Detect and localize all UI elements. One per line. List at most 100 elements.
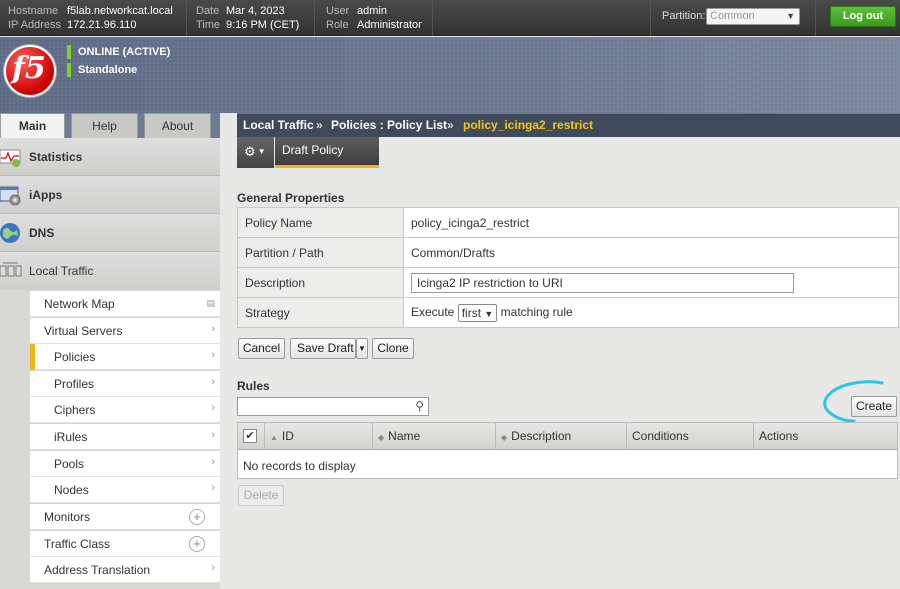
sidebar-item-label: Pools: [54, 457, 85, 471]
chevron-down-icon: ▼: [786, 11, 795, 21]
main-content: Local Traffic » Policies : Policy List »…: [220, 113, 900, 589]
sidebar-item-address-translation[interactable]: Address Translation ›: [30, 557, 220, 583]
partition-select[interactable]: Common ▼: [706, 8, 800, 25]
breadcrumb-local-traffic[interactable]: Local Traffic: [243, 118, 314, 132]
tab-help[interactable]: Help: [71, 113, 138, 138]
sidebar-item-label: iRules: [54, 430, 88, 444]
select-all-checkbox[interactable]: ✔: [243, 429, 257, 443]
sidebar-item-label: Nodes: [54, 483, 89, 497]
gear-icon: ⚙: [244, 144, 256, 159]
hostname-value: f5lab.networkcat.local: [67, 5, 173, 17]
add-icon[interactable]: +: [189, 536, 205, 552]
sidebar-item-nodes[interactable]: Nodes ›: [30, 477, 220, 503]
gear-menu-button[interactable]: ⚙ ▼: [237, 137, 274, 168]
rules-search-input[interactable]: ⚲: [237, 397, 429, 416]
sidebar-item-irules[interactable]: iRules ›: [30, 424, 220, 450]
time-value: 9:16 PM (CET): [226, 19, 300, 31]
section-title-general: General Properties: [237, 191, 345, 205]
table-header: ✔ ▲ ID ◆ Name ◆ Description Conditions Acti…: [238, 423, 897, 450]
partition-label: Partition:: [662, 10, 706, 22]
host-info: Hostname f5lab.networkcat.local IP Addres…: [8, 4, 173, 32]
logo-text: f5: [12, 51, 46, 86]
device-mode: Standalone: [78, 64, 138, 76]
user-label: User: [326, 5, 350, 17]
column-label: Conditions: [632, 429, 689, 443]
date-time-info: Date Mar 4, 2023 Time 9:16 PM (CET): [196, 4, 299, 32]
user-value: admin: [357, 5, 387, 17]
column-conditions: Conditions: [626, 423, 753, 450]
strategy-suffix: matching rule: [500, 304, 573, 319]
sidebar-item-pools[interactable]: Pools ›: [30, 451, 220, 477]
search-icon[interactable]: ⚲: [415, 399, 424, 413]
column-label: ID: [281, 429, 294, 443]
breadcrumb-policy-list[interactable]: Policies : Policy List: [331, 118, 447, 132]
save-draft-button[interactable]: Save Draft: [290, 338, 356, 359]
column-name[interactable]: ◆ Name: [372, 423, 495, 450]
delete-button[interactable]: Delete: [238, 485, 284, 506]
sidebar-item-label: Address Translation: [44, 563, 151, 577]
chevron-right-icon: ›: [211, 376, 215, 388]
breadcrumb-current: policy_icinga2_restrict: [463, 118, 594, 132]
top-status-bar: Hostname f5lab.networkcat.local IP Addres…: [0, 0, 900, 36]
sidebar-item-policies[interactable]: Policies ›: [30, 344, 220, 370]
chevron-right-icon: ›: [211, 349, 215, 361]
policy-name-label: Policy Name: [237, 207, 404, 238]
section-title-rules: Rules: [237, 379, 270, 393]
sidebar-section-label: DNS: [29, 226, 55, 240]
column-id[interactable]: ▲ ID: [264, 423, 372, 450]
status-indicator: [67, 63, 71, 77]
table-row: Strategy Execute first ▼ matching rule: [237, 297, 899, 328]
partition-path-value: Common/Drafts: [403, 237, 899, 268]
sidebar-section-label: iApps: [29, 188, 63, 202]
sidebar-item-monitors[interactable]: Monitors +: [30, 504, 220, 530]
hostname-label: Hostname: [8, 5, 59, 17]
sidebar-item-profiles[interactable]: Profiles ›: [30, 371, 220, 397]
user-info: User admin Role Administrator: [326, 4, 422, 32]
chevron-right-icon: ›: [211, 402, 215, 414]
sidebar-section-label: Local Traffic: [29, 264, 94, 278]
description-input[interactable]: Icinga2 IP restriction to URI: [411, 272, 794, 293]
time-label: Time: [196, 19, 221, 31]
f5-logo[interactable]: f5: [4, 45, 56, 97]
sidebar-item-virtual-servers[interactable]: Virtual Servers ›: [30, 318, 220, 344]
table-row: Policy Name policy_icinga2_restrict: [237, 207, 899, 238]
sidebar-item-traffic-class[interactable]: Traffic Class +: [30, 531, 220, 557]
save-draft-dropdown[interactable]: ▼: [356, 338, 368, 359]
local-traffic-submenu: Network Map ▤ Virtual Servers › Policies…: [0, 291, 220, 589]
caret-down-icon: ▼: [358, 344, 366, 353]
tab-about[interactable]: About: [144, 113, 211, 138]
clone-button[interactable]: Clone: [372, 338, 414, 359]
rules-table: ✔ ▲ ID ◆ Name ◆ Description Conditions Acti…: [237, 422, 898, 479]
cancel-button[interactable]: Cancel: [238, 338, 285, 359]
logout-button[interactable]: Log out: [830, 6, 896, 27]
chevron-right-icon: ›: [211, 323, 215, 335]
description-cell: Icinga2 IP restriction to URI: [403, 267, 899, 298]
date-label: Date: [196, 5, 220, 17]
strategy-cell: Execute first ▼ matching rule: [403, 297, 899, 328]
create-button[interactable]: Create: [851, 396, 897, 417]
column-label: Actions: [759, 429, 799, 443]
sidebar-item-network-map[interactable]: Network Map ▤: [30, 291, 220, 317]
chevron-right-icon: ›: [211, 456, 215, 468]
date-value: Mar 4, 2023: [226, 5, 285, 17]
add-icon[interactable]: +: [189, 509, 205, 525]
tab-draft-policy[interactable]: Draft Policy: [275, 137, 379, 168]
role-label: Role: [326, 19, 349, 31]
status-indicator: [67, 45, 71, 59]
sidebar-section-statistics[interactable]: Statistics: [0, 138, 220, 176]
strategy-prefix: Execute: [411, 304, 455, 319]
column-description[interactable]: ◆ Description: [495, 423, 626, 450]
nav-tabs: Main Help About: [0, 113, 220, 139]
strategy-select[interactable]: first ▼: [457, 303, 498, 322]
tab-main[interactable]: Main: [0, 113, 65, 139]
sidebar-item-ciphers[interactable]: Ciphers ›: [30, 397, 220, 423]
sidebar-section-local-traffic[interactable]: Local Traffic: [0, 252, 220, 290]
sidebar-item-label: Virtual Servers: [44, 324, 123, 338]
sidebar-section-iapps[interactable]: iApps: [0, 176, 220, 214]
strategy-label: Strategy: [237, 297, 404, 328]
statistics-chart-icon: [0, 149, 21, 167]
sidebar-section-dns[interactable]: DNS: [0, 214, 220, 252]
sidebar-item-label: Ciphers: [54, 403, 96, 417]
map-icon: ▤: [206, 298, 215, 308]
table-row: Partition / Path Common/Drafts: [237, 237, 899, 268]
